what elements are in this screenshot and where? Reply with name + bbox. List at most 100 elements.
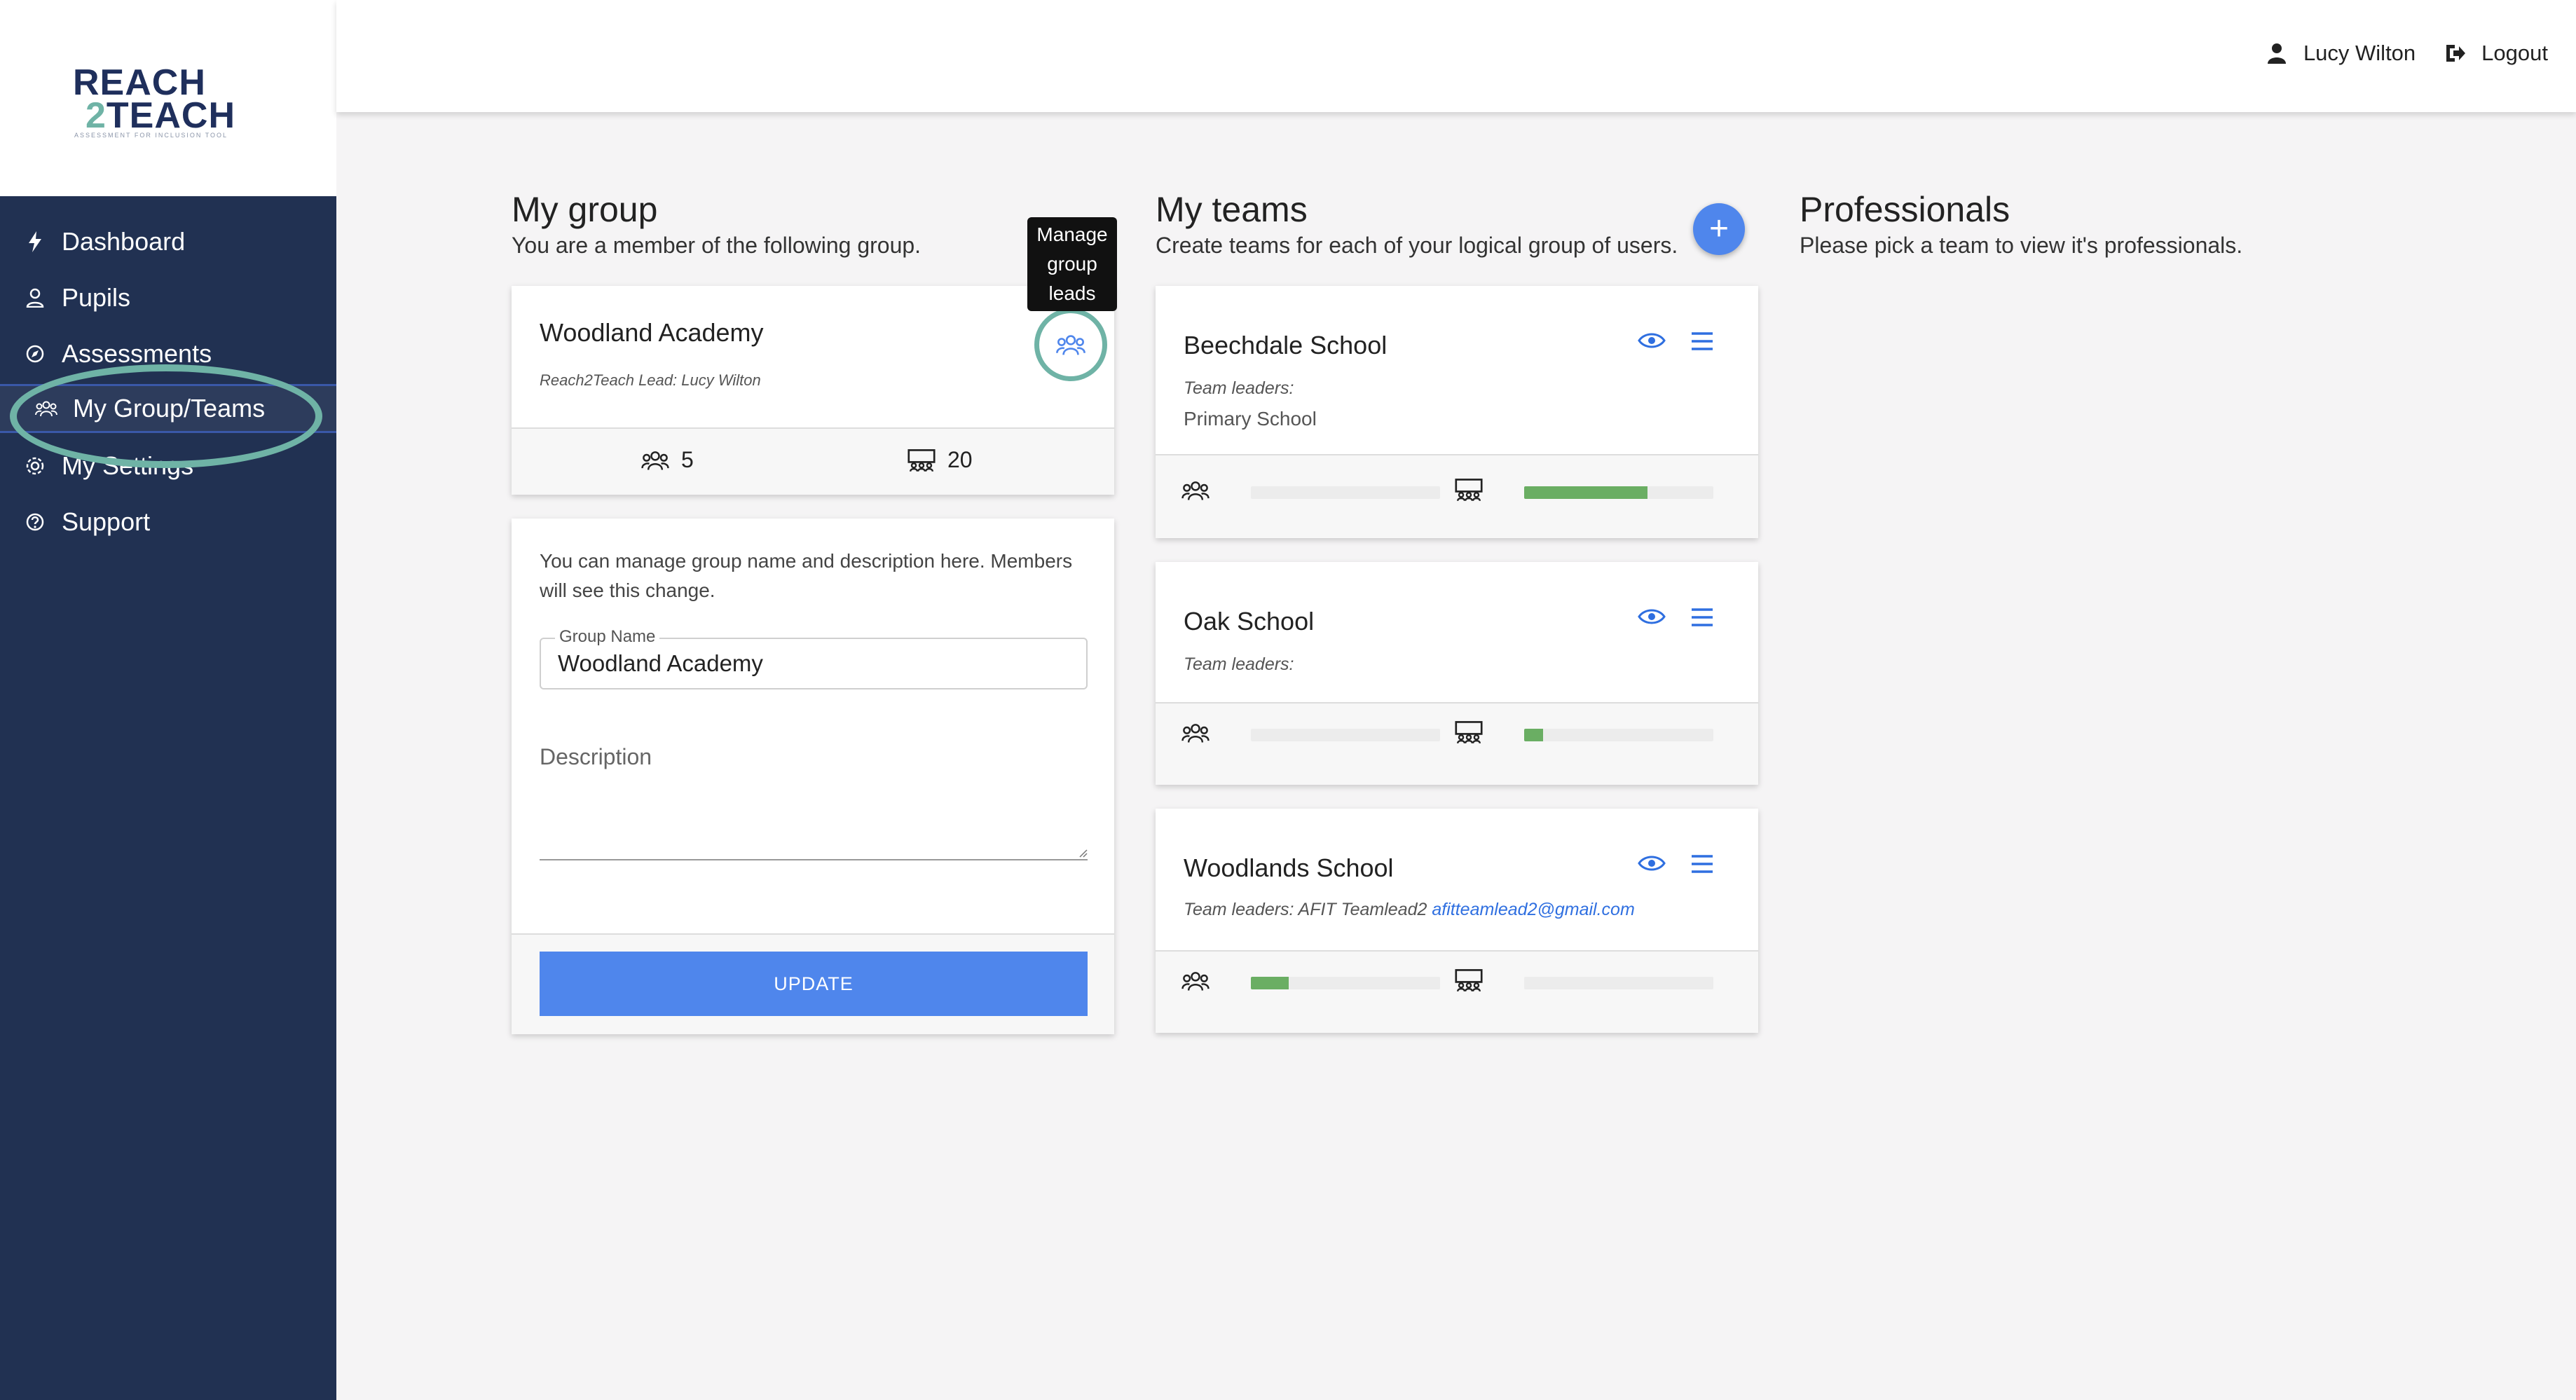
team-card: Beechdale School Team leaders: Primary S… — [1156, 286, 1758, 538]
sidebar-item-label: Pupils — [62, 283, 131, 312]
view-team-icon[interactable] — [1638, 607, 1666, 626]
user-name[interactable]: Lucy Wilton — [2303, 41, 2416, 66]
team-name: Beechdale School — [1184, 331, 1388, 359]
view-team-icon[interactable] — [1638, 853, 1666, 873]
members-progress-bar — [1251, 486, 1440, 499]
logout-link[interactable]: Logout — [2481, 41, 2548, 66]
group-edit-description: You can manage group name and descriptio… — [540, 550, 1073, 601]
team-card-footer — [1156, 455, 1758, 538]
group-icon — [32, 394, 60, 423]
resize-handle-icon[interactable] — [1078, 848, 1088, 858]
team-menu-icon[interactable] — [1690, 607, 1715, 628]
top-header: Lucy Wilton Logout — [336, 0, 2576, 112]
my-teams-title: My teams — [1156, 190, 1308, 229]
user-area: Lucy Wilton Logout — [2266, 41, 2548, 66]
logo-word: TEACH — [106, 95, 236, 136]
team-leaders: Team leaders: — [1184, 654, 1294, 675]
manage-group-leads-button[interactable] — [1034, 308, 1107, 381]
group-edit-card: You can manage group name and descriptio… — [512, 519, 1114, 1034]
team-card: Oak School Team leaders: — [1156, 562, 1758, 785]
classroom-icon — [907, 448, 936, 472]
view-team-icon[interactable] — [1638, 331, 1666, 350]
members-icon — [641, 451, 669, 470]
description-field[interactable]: Description — [540, 744, 652, 770]
group-name-label: Group Name — [555, 627, 660, 647]
group-leads-icon — [1056, 335, 1085, 355]
logout-icon — [2446, 45, 2466, 62]
my-teams-subtitle: Create teams for each of your logical gr… — [1156, 233, 1678, 258]
description-underline — [540, 859, 1088, 860]
team-menu-icon[interactable] — [1690, 853, 1715, 874]
team-card-footer — [1156, 952, 1758, 1033]
professionals-title: Professionals — [1800, 190, 2010, 229]
pupils-progress-bar — [1524, 729, 1713, 741]
team-leader-name: AFIT Teamlead2 — [1298, 900, 1427, 919]
team-leaders-label: Team leaders: — [1184, 654, 1294, 674]
my-group-title: My group — [512, 190, 658, 229]
team-name: Oak School — [1184, 607, 1315, 636]
team-card-footer — [1156, 704, 1758, 785]
tooltip-line: leads — [1048, 282, 1096, 304]
team-menu-icon[interactable] — [1690, 331, 1715, 352]
members-stat: 5 — [640, 447, 694, 473]
group-card: Woodland Academy Reach2Teach Lead: Lucy … — [512, 286, 1114, 495]
logo-number: 2 — [85, 95, 107, 136]
sidebar-item-my-settings[interactable]: My Settings — [0, 441, 336, 490]
classroom-icon — [1455, 479, 1483, 502]
tooltip-line: Manage — [1036, 224, 1108, 245]
group-lead: Reach2Teach Lead: Lucy Wilton — [540, 371, 761, 389]
team-school: Primary School — [1184, 408, 1317, 430]
group-card-footer: 5 20 — [512, 429, 1114, 495]
pupils-progress-fill — [1524, 486, 1647, 499]
sidebar-item-dashboard[interactable]: Dashboard — [0, 217, 336, 266]
logo-line-2: 2TEACH — [85, 95, 235, 136]
sidebar-item-label: My Settings — [62, 451, 194, 480]
logo-area: REACH 2TEACH ASSESSMENT FOR INCLUSION TO… — [0, 0, 336, 196]
team-leaders: Team leaders: — [1184, 378, 1294, 399]
members-icon — [1181, 481, 1210, 500]
manage-group-leads-tooltip: Manage group leads — [1027, 217, 1117, 311]
members-count: 5 — [681, 447, 694, 472]
pupils-count: 20 — [947, 447, 973, 472]
user-icon — [2267, 43, 2286, 64]
pupils-progress-fill — [1524, 729, 1543, 741]
group-name: Woodland Academy — [540, 318, 764, 347]
team-leaders-label: Team leaders: — [1184, 900, 1294, 919]
compass-icon — [21, 340, 49, 368]
reach2teach-logo[interactable]: REACH 2TEACH ASSESSMENT FOR INCLUSION TO… — [73, 64, 262, 143]
sidebar-item-label: Support — [62, 507, 151, 536]
add-team-button[interactable]: + — [1693, 203, 1745, 255]
pupils-progress-bar — [1524, 486, 1713, 499]
members-progress-bar — [1251, 977, 1440, 989]
sidebar-item-assessments[interactable]: Assessments — [0, 329, 336, 378]
team-leaders: Team leaders: AFIT Teamlead2 afitteamlea… — [1184, 900, 1635, 920]
help-icon — [21, 508, 49, 536]
team-leaders-label: Team leaders: — [1184, 378, 1294, 398]
group-name-input[interactable]: Woodland Academy — [558, 650, 763, 677]
classroom-icon — [1455, 969, 1483, 992]
tooltip-line: group — [1047, 253, 1097, 275]
sidebar-item-label: My Group/Teams — [73, 394, 266, 423]
members-progress-bar — [1251, 729, 1440, 741]
team-name: Woodlands School — [1184, 853, 1394, 882]
my-group-subtitle: You are a member of the following group. — [512, 233, 922, 258]
sidebar-item-support[interactable]: Support — [0, 497, 336, 547]
sidebar-item-label: Assessments — [62, 339, 212, 368]
bolt-icon — [21, 228, 49, 256]
members-icon — [1181, 724, 1210, 743]
team-leader-email-link[interactable]: afitteamlead2@gmail.com — [1432, 900, 1634, 919]
gear-icon — [21, 452, 49, 480]
sidebar: REACH 2TEACH ASSESSMENT FOR INCLUSION TO… — [0, 0, 336, 1400]
professionals-subtitle: Please pick a team to view it's professi… — [1800, 233, 2243, 258]
members-icon — [1181, 972, 1210, 991]
classroom-icon — [1455, 721, 1483, 744]
pupils-progress-bar — [1524, 977, 1713, 989]
sidebar-item-pupils[interactable]: Pupils — [0, 273, 336, 322]
pupils-stat: 20 — [907, 447, 973, 473]
team-card: Woodlands School Team leaders: AFIT Team… — [1156, 809, 1758, 1033]
update-button[interactable]: UPDATE — [540, 952, 1088, 1016]
logo-tagline: ASSESSMENT FOR INCLUSION TOOL — [74, 132, 228, 139]
sidebar-item-my-group-teams[interactable]: My Group/Teams — [0, 384, 336, 433]
person-icon — [21, 284, 49, 312]
sidebar-item-label: Dashboard — [62, 227, 186, 256]
